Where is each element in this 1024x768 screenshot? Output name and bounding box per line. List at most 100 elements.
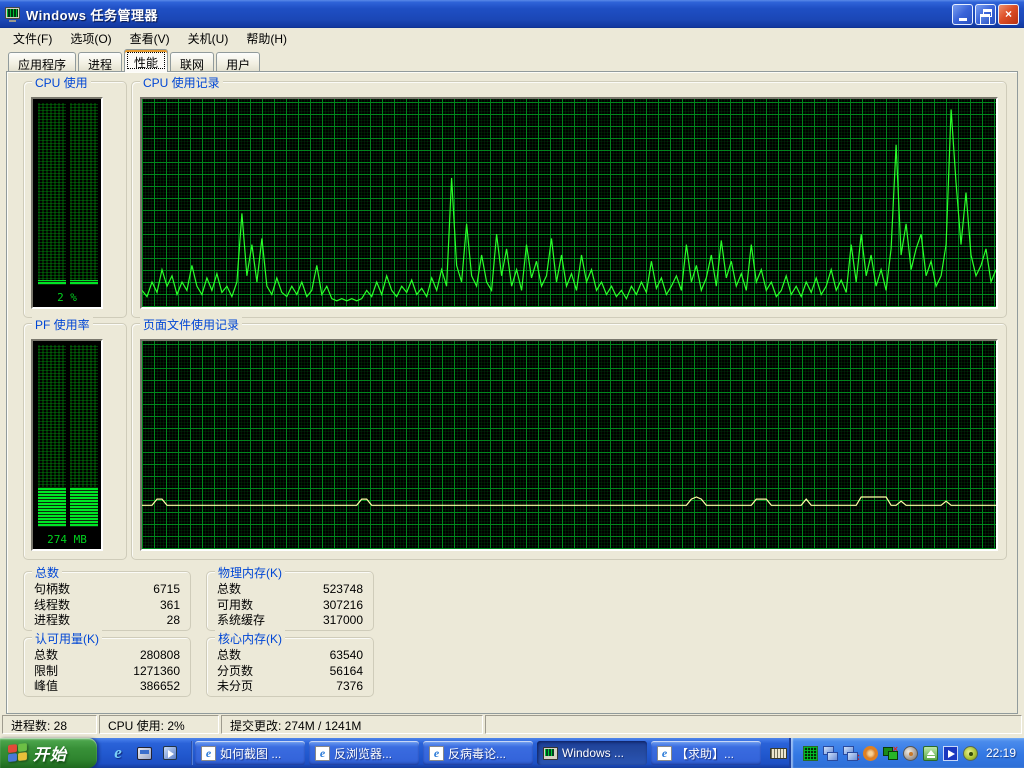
gauge-column [38, 103, 66, 285]
stat-row: 系统缓存 317000 [207, 613, 373, 629]
stat-value: 56164 [330, 664, 363, 680]
stat-value: 523748 [323, 582, 363, 598]
media-play-icon[interactable] [943, 746, 958, 761]
task-button-task-manager[interactable]: Windows ... [537, 741, 647, 765]
stat-row: 总数 523748 [207, 582, 373, 598]
totals-title: 总数 [32, 564, 62, 581]
stat-label: 进程数 [34, 613, 70, 629]
graphics-icon[interactable] [963, 746, 978, 761]
stat-value: 317000 [323, 613, 363, 629]
stat-row: 句柄数 6715 [24, 582, 190, 598]
stat-row: 峰值386652 [24, 679, 190, 695]
show-desktop-icon[interactable] [135, 744, 153, 762]
task-button-help-request[interactable]: e 【求助】... [651, 741, 761, 765]
tab-strip: 应用程序 进程 性能 联网 用户 [0, 48, 1024, 72]
stat-label: 总数 [217, 582, 241, 598]
kernel-memory-title: 核心内存(K) [215, 630, 285, 647]
cpu-gauge-fill [38, 280, 66, 285]
minimize-button[interactable] [952, 4, 973, 25]
cpu-usage-groupbox: CPU 使用 2 % [23, 81, 127, 318]
stat-label: 限制 [34, 664, 58, 680]
network-icon[interactable] [823, 746, 838, 761]
disc-icon[interactable] [903, 746, 918, 761]
task-button-anti-browser[interactable]: e 反浏览器... [309, 741, 419, 765]
network-error-icon[interactable]: × [843, 746, 858, 761]
stat-label: 可用数 [217, 598, 253, 614]
pf-usage-groupbox: PF 使用率 274 MB [23, 323, 127, 560]
stat-row: 未分页7376 [207, 679, 373, 695]
swirl-icon[interactable] [863, 746, 878, 761]
stat-label: 句柄数 [34, 582, 70, 598]
menu-help[interactable]: 帮助(H) [237, 28, 296, 49]
internet-explorer-icon[interactable]: e [109, 744, 127, 762]
media-player-icon[interactable] [161, 744, 179, 762]
menu-file[interactable]: 文件(F) [4, 28, 61, 49]
stat-row: 限制 1271360 [24, 664, 190, 680]
quick-launch-bar: e [97, 744, 189, 762]
start-button[interactable]: 开始 [0, 738, 97, 768]
cpu-history-chart [140, 97, 998, 309]
taskbar: 开始 e e 如何截图 ... e 反浏览器... e 反病毒论... Win [0, 738, 1024, 768]
tab-networking[interactable]: 联网 [170, 52, 214, 72]
stat-value: 280808 [140, 648, 180, 664]
menu-options[interactable]: 选项(O) [61, 28, 120, 49]
pagefile-history-plot [142, 341, 996, 549]
tab-performance[interactable]: 性能 [124, 49, 168, 72]
stat-value: 6715 [153, 582, 180, 598]
task-manager-window: Windows 任务管理器 × 文件(F) 选项(O) 查看(V) 关机(U) … [0, 0, 1024, 738]
physical-memory-groupbox: 物理内存(K) 总数523748 可用数307216 系统缓存317000 [206, 571, 374, 631]
stat-label: 线程数 [34, 598, 70, 614]
stat-label: 总数 [34, 648, 58, 664]
gauge-column [38, 345, 66, 527]
keyboard-icon [770, 748, 787, 759]
tray-clock: 22:19 [986, 746, 1016, 760]
status-bar: 进程数: 28 CPU 使用: 2% 提交更改: 274M / 1241M [0, 714, 1024, 735]
status-processes: 进程数: 28 [2, 715, 97, 734]
stat-label: 未分页 [217, 679, 253, 695]
cpu-gauge-fill [70, 280, 98, 285]
minimize-icon [959, 18, 967, 21]
menu-shutdown[interactable]: 关机(U) [179, 28, 238, 49]
status-cpu-usage: CPU 使用: 2% [99, 715, 219, 734]
titlebar[interactable]: Windows 任务管理器 × [0, 0, 1024, 28]
safely-remove-icon[interactable] [923, 746, 938, 761]
stat-label: 系统缓存 [217, 613, 265, 629]
tab-applications[interactable]: 应用程序 [8, 52, 76, 72]
stat-row: 进程数28 [24, 613, 190, 629]
restore-button[interactable] [975, 4, 996, 25]
stat-label: 总数 [217, 648, 241, 664]
cpu-meter-icon[interactable] [803, 746, 818, 761]
restore-icon [983, 9, 992, 17]
internet-explorer-icon: e [315, 746, 330, 761]
close-icon: × [1005, 7, 1012, 21]
task-manager-icon [5, 7, 22, 22]
tab-processes[interactable]: 进程 [78, 52, 122, 72]
tab-users[interactable]: 用户 [216, 52, 260, 72]
pf-gauge-fill [70, 487, 98, 527]
input-method-indicator[interactable] [765, 738, 789, 768]
task-button-how-to-screenshot[interactable]: e 如何截图 ... [195, 741, 305, 765]
close-button[interactable]: × [998, 4, 1019, 25]
stat-value: 1271360 [133, 664, 180, 680]
pf-usage-label: PF 使用率 [32, 316, 93, 333]
cpu-history-groupbox: CPU 使用记录 [131, 81, 1007, 318]
lan-activity-icon[interactable]: × [883, 746, 898, 761]
stat-value: 361 [160, 598, 180, 614]
internet-explorer-icon: e [429, 746, 444, 761]
stat-row: 分页数56164 [207, 664, 373, 680]
pagefile-history-label: 页面文件使用记录 [140, 316, 242, 333]
commit-charge-groupbox: 认可用量(K) 总数280808 限制1271360 峰值386652 [23, 637, 191, 697]
window-controls: × [952, 4, 1019, 25]
pf-gauge-fill [38, 487, 66, 527]
taskbar-divider [191, 741, 193, 765]
cpu-gauge-value: 2 % [33, 291, 101, 304]
menu-view[interactable]: 查看(V) [121, 28, 179, 49]
windows-logo-icon [8, 743, 28, 763]
task-button-antivirus-forum[interactable]: e 反病毒论... [423, 741, 533, 765]
cpu-history-label: CPU 使用记录 [140, 74, 223, 91]
kernel-memory-groupbox: 核心内存(K) 总数63540 分页数56164 未分页7376 [206, 637, 374, 697]
pagefile-history-groupbox: 页面文件使用记录 [131, 323, 1007, 560]
stat-row: 总数63540 [207, 648, 373, 664]
pagefile-history-chart [140, 339, 998, 551]
menubar: 文件(F) 选项(O) 查看(V) 关机(U) 帮助(H) [0, 28, 1024, 48]
